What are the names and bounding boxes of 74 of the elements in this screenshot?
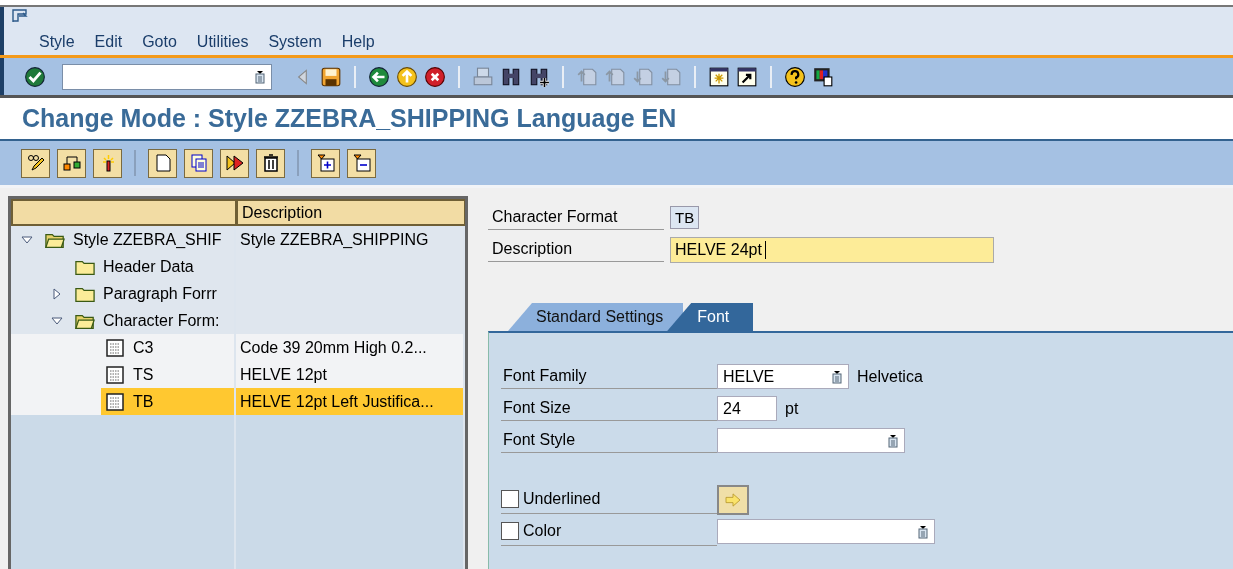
dropdown-icon[interactable] <box>918 524 928 539</box>
menu-item[interactable]: Utilities <box>196 33 249 51</box>
tree-node-label: Character Form: <box>103 311 220 330</box>
field-label: Font Size <box>501 396 717 421</box>
dropdown-icon[interactable] <box>888 433 898 448</box>
dropdown-icon[interactable] <box>832 369 842 384</box>
collapse-triangle-icon[interactable] <box>51 314 63 327</box>
column-header[interactable] <box>11 199 236 226</box>
tree-node-label: Style ZZEBRA_SHIF <box>73 230 222 249</box>
display-change-button[interactable] <box>21 148 50 178</box>
dropdown-field[interactable] <box>717 519 935 544</box>
tree-node-label: Paragraph Forrr <box>103 284 217 303</box>
expand-icon <box>315 153 336 173</box>
dropdown-field[interactable] <box>717 428 905 453</box>
form-icon <box>105 392 125 411</box>
collapse-icon <box>351 153 372 173</box>
collapse-button[interactable] <box>347 148 376 178</box>
description-cell: HELVE 12pt <box>236 361 465 388</box>
screen-title: Change Mode : Style ZZEBRA_SHIPPING Language EN <box>22 104 677 133</box>
cancel-icon[interactable] <box>424 65 446 88</box>
description-cell: HELVE 12pt Left Justifica... <box>236 388 465 415</box>
field-label: Description <box>488 237 664 262</box>
shortcut-icon[interactable] <box>736 65 758 88</box>
checkbox[interactable] <box>501 490 519 508</box>
tree-node-label: C3 <box>133 338 154 357</box>
description-input[interactable]: HELVE 24pt <box>670 236 994 263</box>
help-icon[interactable] <box>784 65 806 88</box>
field-note: Helvetica <box>857 367 923 386</box>
checkbox-label: Underlined <box>523 490 601 508</box>
dropdown-field[interactable]: HELVE <box>717 364 849 389</box>
right-arrow-icon <box>724 492 742 507</box>
arrow-button[interactable] <box>717 484 749 515</box>
arrows-icon <box>224 153 245 173</box>
menu-item[interactable]: Help <box>341 33 375 51</box>
wand-button[interactable] <box>93 148 122 178</box>
input-field[interactable]: 24 <box>717 396 777 421</box>
field-label: Font Family <box>501 364 717 389</box>
field-label: Font Style <box>501 428 717 453</box>
check-icon[interactable] <box>24 65 46 88</box>
field-note: pt <box>785 399 799 418</box>
system-menu-icon[interactable] <box>12 9 28 23</box>
tree-node[interactable]: TB <box>101 388 234 415</box>
menu-item[interactable]: Goto <box>142 33 177 51</box>
menu-item[interactable]: Edit <box>94 33 123 51</box>
command-field[interactable] <box>62 63 272 90</box>
checkbox-label: Color <box>523 522 562 540</box>
expand-button[interactable] <box>311 148 340 178</box>
trash-button[interactable] <box>256 148 285 178</box>
pencil-glasses-icon <box>25 153 46 173</box>
description-cell: Code 39 20mm High 0.2... <box>236 334 465 361</box>
field-label: Character Format <box>488 205 664 230</box>
dropdown-icon[interactable] <box>255 69 265 84</box>
tree-node-label: TS <box>133 365 154 384</box>
collapse-triangle-icon[interactable] <box>21 233 33 246</box>
expand-triangle-icon[interactable] <box>51 287 63 300</box>
hierarchy-icon <box>61 153 82 173</box>
tab[interactable]: Standard Settings <box>508 303 684 331</box>
copy-icon <box>188 153 209 173</box>
compare-button[interactable] <box>220 148 249 178</box>
display-field: TB <box>670 206 700 229</box>
form-icon <box>105 365 125 384</box>
tree-node-label: TB <box>133 392 154 411</box>
menu-item[interactable]: System <box>268 33 322 51</box>
monitor-icon[interactable] <box>812 65 834 88</box>
form-icon <box>105 338 125 357</box>
checkbox[interactable] <box>501 522 519 540</box>
new-window-icon[interactable] <box>708 65 730 88</box>
new-page-button[interactable] <box>148 148 177 178</box>
tree-node-label: Header Data <box>103 257 194 276</box>
menu-item[interactable]: Style <box>39 33 75 51</box>
copy-button[interactable] <box>184 148 213 178</box>
description-cell: Style ZZEBRA_SHIPPING <box>236 226 465 253</box>
column-header[interactable]: Description <box>236 199 465 226</box>
hierarchy-button[interactable] <box>57 148 86 178</box>
